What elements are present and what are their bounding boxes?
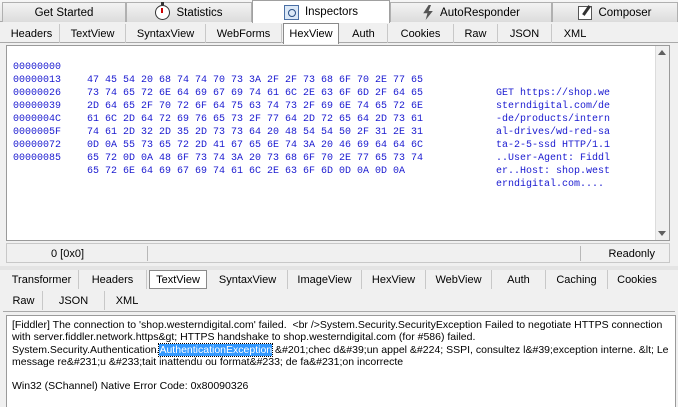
hex-view[interactable]: 00000000 47 45 54 20 68 74 74 70 73 3A 2… [6,45,670,241]
tab-response-json[interactable]: JSON [43,291,105,310]
hex-ascii: -de/products/intern [496,114,611,125]
hex-ascii: er..Host: shop.west [496,166,611,177]
hex-bytes: 73 74 65 72 6E 64 69 67 69 74 61 6C 2E 6… [87,88,424,99]
readonly-indicator: Readonly [608,248,655,260]
hex-bytes: 65 72 0D 0A 48 6F 73 74 3A 20 73 68 6F 7… [87,153,424,164]
hex-row: 00000013 73 74 65 72 6E 64 69 67 69 74 6… [7,61,610,112]
tab-response-headers[interactable]: Headers [79,270,147,289]
request-tab-bar: Headers TextView SyntaxView WebForms Hex… [0,22,678,44]
hex-scrollbar[interactable] [655,46,669,240]
hex-bytes: 2D 64 65 2F 70 72 6F 64 75 63 74 73 2F 6… [87,101,424,112]
hex-row: 00000039 61 6C 2D 64 72 69 76 65 73 2F 7… [7,87,610,138]
tab-response-caching[interactable]: Caching [546,270,608,289]
tab-request-auth[interactable]: Auth [340,24,388,43]
tab-request-raw[interactable]: Raw [454,24,498,43]
native-error-code: Win32 (SChannel) Native Error Code: 0x80… [12,380,249,393]
response-tab-bar: Transformer Headers TextView SyntaxView … [3,270,675,312]
hex-row: 00000085 65 72 6E 64 69 67 69 74 61 6C 2… [7,139,604,190]
hex-bytes: 61 6C 2D 64 72 69 76 65 73 2F 77 64 2D 7… [87,114,424,125]
hex-ascii: erndigital.com.... [496,179,605,190]
tab-response-imageview[interactable]: ImageView [288,270,362,289]
tab-request-textview[interactable]: TextView [60,24,126,43]
scroll-up-arrow-icon[interactable] [658,50,666,55]
tab-request-json[interactable]: JSON [498,24,552,43]
tab-response-xml[interactable]: XML [105,291,149,310]
hex-bytes: 65 72 6E 64 69 67 69 74 61 6C 2E 63 6F 6… [87,166,406,177]
tab-get-started[interactable]: Get Started [2,2,126,22]
hex-row: 00000000 47 45 54 20 68 74 74 70 73 3A 2… [7,48,610,99]
response-error-text: [Fiddler] The connection to 'shop.wester… [12,319,671,368]
tab-request-cookies[interactable]: Cookies [388,24,454,43]
selected-text: AuthenticationException [158,342,274,357]
tab-label: Composer [598,6,652,19]
hex-bytes: 47 45 54 20 68 74 74 70 73 3A 2F 2F 73 6… [87,75,424,86]
hex-bytes: 0D 0A 55 73 65 72 2D 41 67 65 6E 74 3A 2… [87,140,424,151]
hex-offset: 00000085 [13,153,62,164]
tab-label: Statistics [176,6,223,19]
hex-bytes: 74 61 2D 32 2D 35 2D 73 73 64 20 48 54 5… [87,127,424,138]
tab-inspectors[interactable]: Inspectors [252,0,390,23]
bolt-icon [423,5,433,20]
tab-response-syntaxview[interactable]: SyntaxView [208,270,288,289]
hex-ascii: GET https://shop.we [496,88,611,99]
tab-composer[interactable]: Composer [552,2,678,22]
tab-response-cookies[interactable]: Cookies [608,270,666,289]
tab-response-auth[interactable]: Auth [492,270,546,289]
hex-ascii: ta-2-5-ssd HTTP/1.1 [496,140,611,151]
hex-row: 00000026 2D 64 65 2F 70 72 6F 64 75 63 7… [7,74,610,125]
scroll-down-arrow-icon[interactable] [658,231,666,236]
status-divider [147,246,148,261]
response-text-view[interactable]: [Fiddler] The connection to 'shop.wester… [6,315,676,407]
selection-offset: 0 [0x0] [51,248,85,260]
tab-request-hexview[interactable]: HexView [283,23,339,44]
hex-ascii: al-drives/wd-red-sa [496,127,611,138]
hex-row: 0000005F 0D 0A 55 73 65 72 2D 41 67 65 6… [7,113,610,164]
tab-label: Inspectors [304,6,359,18]
tab-label: AutoResponder [440,6,520,19]
tab-autoresponder[interactable]: AutoResponder [390,2,552,22]
tab-request-headers[interactable]: Headers [4,24,60,43]
hex-row: 0000004C 74 61 2D 32 2D 35 2D 73 73 64 2… [7,100,610,151]
tab-response-hexview[interactable]: HexView [362,270,426,289]
hex-ascii: ..User-Agent: Fiddl [496,153,611,164]
main-tab-bar: Get Started Statistics Inspectors AutoRe… [0,0,678,23]
status-divider [580,246,581,261]
stopwatch-icon [155,2,171,20]
inspect-icon [283,4,299,20]
tab-request-xml[interactable]: XML [552,24,598,43]
hex-status-bar: 0 [0x0] Readonly [6,243,670,263]
tab-response-webview[interactable]: WebView [426,270,492,289]
tab-label: Get Started [34,6,94,19]
tab-response-transformer[interactable]: Transformer [5,270,79,289]
tab-response-raw[interactable]: Raw [5,291,43,310]
tab-request-syntaxview[interactable]: SyntaxView [126,24,206,43]
tab-response-textview[interactable]: TextView [149,270,207,289]
hex-row: 00000072 65 72 0D 0A 48 6F 73 74 3A 20 7… [7,126,610,177]
tab-request-webforms[interactable]: WebForms [206,24,282,43]
hex-ascii: sterndigital.com/de [496,101,611,112]
composer-icon [578,5,593,20]
tab-statistics[interactable]: Statistics [126,2,252,22]
